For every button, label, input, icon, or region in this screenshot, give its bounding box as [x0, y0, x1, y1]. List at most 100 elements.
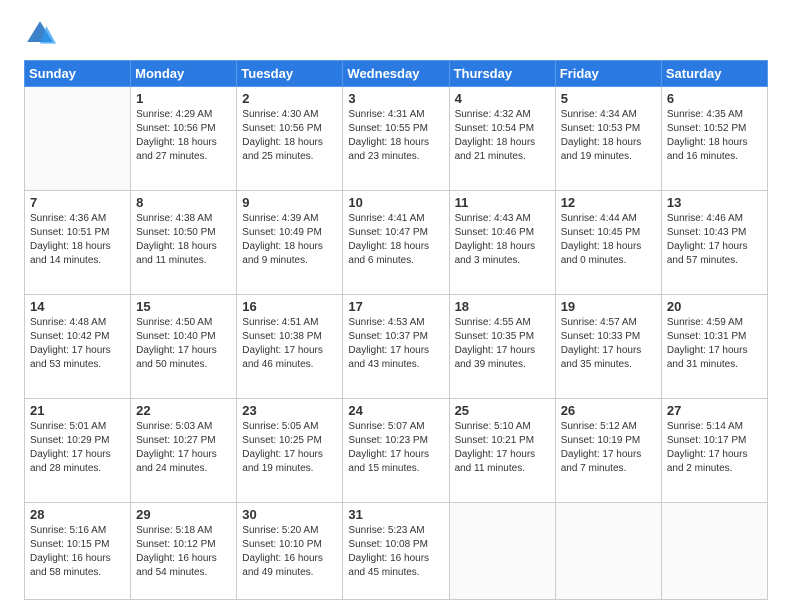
calendar-cell: 6 Sunrise: 4:35 AMSunset: 10:52 PMDayligh…	[661, 87, 767, 191]
day-info: Sunrise: 4:43 AMSunset: 10:46 PMDaylight…	[455, 212, 550, 268]
calendar-table: SundayMondayTuesdayWednesdayThursdayFrid…	[24, 60, 768, 600]
weekday-header-tuesday: Tuesday	[237, 61, 343, 87]
weekday-header-sunday: Sunday	[25, 61, 131, 87]
day-info: Sunrise: 5:01 AMSunset: 10:29 PMDaylight…	[30, 420, 125, 476]
day-info: Sunrise: 5:12 AMSunset: 10:19 PMDaylight…	[561, 420, 656, 476]
calendar-cell: 1Sunrise: 4:29 AMSunset: 10:56 PMDayligh…	[131, 87, 237, 191]
calendar-cell: 12Sunrise: 4:44 AMSunset: 10:45 PMDaylig…	[555, 191, 661, 295]
day-number: 21	[30, 403, 125, 418]
day-number: 24	[348, 403, 443, 418]
day-number: 27	[667, 403, 762, 418]
day-number: 6	[667, 91, 762, 106]
calendar-cell: 22Sunrise: 5:03 AMSunset: 10:27 PMDaylig…	[131, 399, 237, 503]
day-info: Sunrise: 4:35 AMSunset: 10:52 PMDaylight…	[667, 108, 762, 164]
calendar-cell	[449, 503, 555, 600]
weekday-header-monday: Monday	[131, 61, 237, 87]
calendar-cell: 11Sunrise: 4:43 AMSunset: 10:46 PMDaylig…	[449, 191, 555, 295]
day-number: 13	[667, 195, 762, 210]
day-number: 15	[136, 299, 231, 314]
day-number: 2	[242, 91, 337, 106]
day-info: Sunrise: 4:51 AMSunset: 10:38 PMDaylight…	[242, 316, 337, 372]
day-number: 16	[242, 299, 337, 314]
calendar-cell: 10 Sunrise: 4:41 AMSunset: 10:47 PMDaylig…	[343, 191, 449, 295]
weekday-header-saturday: Saturday	[661, 61, 767, 87]
calendar-cell: 14 Sunrise: 4:48 AMSunset: 10:42 PMDaylig…	[25, 295, 131, 399]
calendar-cell: 23 Sunrise: 5:05 AMSunset: 10:25 PMDaylig…	[237, 399, 343, 503]
day-number: 5	[561, 91, 656, 106]
day-info: Sunrise: 4:59 AMSunset: 10:31 PMDaylight…	[667, 316, 762, 372]
day-info: Sunrise: 5:05 AMSunset: 10:25 PMDaylight…	[242, 420, 337, 476]
day-number: 4	[455, 91, 550, 106]
calendar-cell: 26 Sunrise: 5:12 AMSunset: 10:19 PMDaylig…	[555, 399, 661, 503]
day-info: Sunrise: 4:31 AMSunset: 10:55 PMDaylight…	[348, 108, 443, 164]
day-info: Sunrise: 5:14 AMSunset: 10:17 PMDaylight…	[667, 420, 762, 476]
calendar-cell: 25Sunrise: 5:10 AMSunset: 10:21 PMDaylig…	[449, 399, 555, 503]
day-number: 19	[561, 299, 656, 314]
day-number: 3	[348, 91, 443, 106]
day-info: Sunrise: 5:23 AMSunset: 10:08 PMDaylight…	[348, 524, 443, 580]
day-number: 29	[136, 507, 231, 522]
calendar-cell: 8 Sunrise: 4:38 AMSunset: 10:50 PMDayligh…	[131, 191, 237, 295]
weekday-header-row: SundayMondayTuesdayWednesdayThursdayFrid…	[25, 61, 768, 87]
day-number: 28	[30, 507, 125, 522]
day-info: Sunrise: 4:39 AMSunset: 10:49 PMDaylight…	[242, 212, 337, 268]
day-info: Sunrise: 4:55 AMSunset: 10:35 PMDaylight…	[455, 316, 550, 372]
calendar-cell: 19 Sunrise: 4:57 AMSunset: 10:33 PMDaylig…	[555, 295, 661, 399]
calendar-cell	[661, 503, 767, 600]
day-number: 26	[561, 403, 656, 418]
day-number: 9	[242, 195, 337, 210]
day-info: Sunrise: 4:34 AMSunset: 10:53 PMDaylight…	[561, 108, 656, 164]
calendar-cell: 28 Sunrise: 5:16 AMSunset: 10:15 PMDaylig…	[25, 503, 131, 600]
calendar-cell: 3 Sunrise: 4:31 AMSunset: 10:55 PMDayligh…	[343, 87, 449, 191]
day-info: Sunrise: 5:07 AMSunset: 10:23 PMDaylight…	[348, 420, 443, 476]
day-info: Sunrise: 5:18 AMSunset: 10:12 PMDaylight…	[136, 524, 231, 580]
calendar-cell: 16 Sunrise: 4:51 AMSunset: 10:38 PMDaylig…	[237, 295, 343, 399]
calendar-cell: 30 Sunrise: 5:20 AMSunset: 10:10 PMDaylig…	[237, 503, 343, 600]
day-info: Sunrise: 4:30 AMSunset: 10:56 PMDaylight…	[242, 108, 337, 164]
week-row-4: 21 Sunrise: 5:01 AMSunset: 10:29 PMDaylig…	[25, 399, 768, 503]
day-info: Sunrise: 4:57 AMSunset: 10:33 PMDaylight…	[561, 316, 656, 372]
day-info: Sunrise: 5:16 AMSunset: 10:15 PMDaylight…	[30, 524, 125, 580]
calendar-cell: 18 Sunrise: 4:55 AMSunset: 10:35 PMDaylig…	[449, 295, 555, 399]
calendar-cell: 7 Sunrise: 4:36 AMSunset: 10:51 PMDayligh…	[25, 191, 131, 295]
week-row-5: 28 Sunrise: 5:16 AMSunset: 10:15 PMDaylig…	[25, 503, 768, 600]
calendar-cell: 29 Sunrise: 5:18 AMSunset: 10:12 PMDaylig…	[131, 503, 237, 600]
day-info: Sunrise: 4:48 AMSunset: 10:42 PMDaylight…	[30, 316, 125, 372]
day-number: 22	[136, 403, 231, 418]
weekday-header-friday: Friday	[555, 61, 661, 87]
calendar-cell: 2 Sunrise: 4:30 AMSunset: 10:56 PMDayligh…	[237, 87, 343, 191]
day-number: 31	[348, 507, 443, 522]
day-number: 7	[30, 195, 125, 210]
day-info: Sunrise: 4:53 AMSunset: 10:37 PMDaylight…	[348, 316, 443, 372]
day-info: Sunrise: 4:32 AMSunset: 10:54 PMDaylight…	[455, 108, 550, 164]
day-info: Sunrise: 4:50 AMSunset: 10:40 PMDaylight…	[136, 316, 231, 372]
calendar-cell: 20Sunrise: 4:59 AMSunset: 10:31 PMDaylig…	[661, 295, 767, 399]
day-number: 14	[30, 299, 125, 314]
day-number: 10	[348, 195, 443, 210]
day-info: Sunrise: 5:20 AMSunset: 10:10 PMDaylight…	[242, 524, 337, 580]
weekday-header-thursday: Thursday	[449, 61, 555, 87]
calendar-cell: 21 Sunrise: 5:01 AMSunset: 10:29 PMDaylig…	[25, 399, 131, 503]
calendar-cell: 31 Sunrise: 5:23 AMSunset: 10:08 PMDaylig…	[343, 503, 449, 600]
day-info: Sunrise: 4:41 AMSunset: 10:47 PMDaylight…	[348, 212, 443, 268]
calendar-cell: 5 Sunrise: 4:34 AMSunset: 10:53 PMDayligh…	[555, 87, 661, 191]
day-number: 12	[561, 195, 656, 210]
calendar-cell: 13 Sunrise: 4:46 AMSunset: 10:43 PMDaylig…	[661, 191, 767, 295]
day-info: Sunrise: 4:46 AMSunset: 10:43 PMDaylight…	[667, 212, 762, 268]
week-row-3: 14 Sunrise: 4:48 AMSunset: 10:42 PMDaylig…	[25, 295, 768, 399]
day-number: 30	[242, 507, 337, 522]
calendar-cell	[25, 87, 131, 191]
logo	[24, 18, 60, 50]
day-number: 23	[242, 403, 337, 418]
weekday-header-wednesday: Wednesday	[343, 61, 449, 87]
calendar-cell: 9 Sunrise: 4:39 AMSunset: 10:49 PMDayligh…	[237, 191, 343, 295]
day-info: Sunrise: 4:38 AMSunset: 10:50 PMDaylight…	[136, 212, 231, 268]
calendar-cell: 24 Sunrise: 5:07 AMSunset: 10:23 PMDaylig…	[343, 399, 449, 503]
day-number: 8	[136, 195, 231, 210]
day-number: 18	[455, 299, 550, 314]
day-info: Sunrise: 4:36 AMSunset: 10:51 PMDaylight…	[30, 212, 125, 268]
week-row-2: 7 Sunrise: 4:36 AMSunset: 10:51 PMDayligh…	[25, 191, 768, 295]
day-number: 17	[348, 299, 443, 314]
calendar-cell: 27 Sunrise: 5:14 AMSunset: 10:17 PMDaylig…	[661, 399, 767, 503]
day-number: 25	[455, 403, 550, 418]
